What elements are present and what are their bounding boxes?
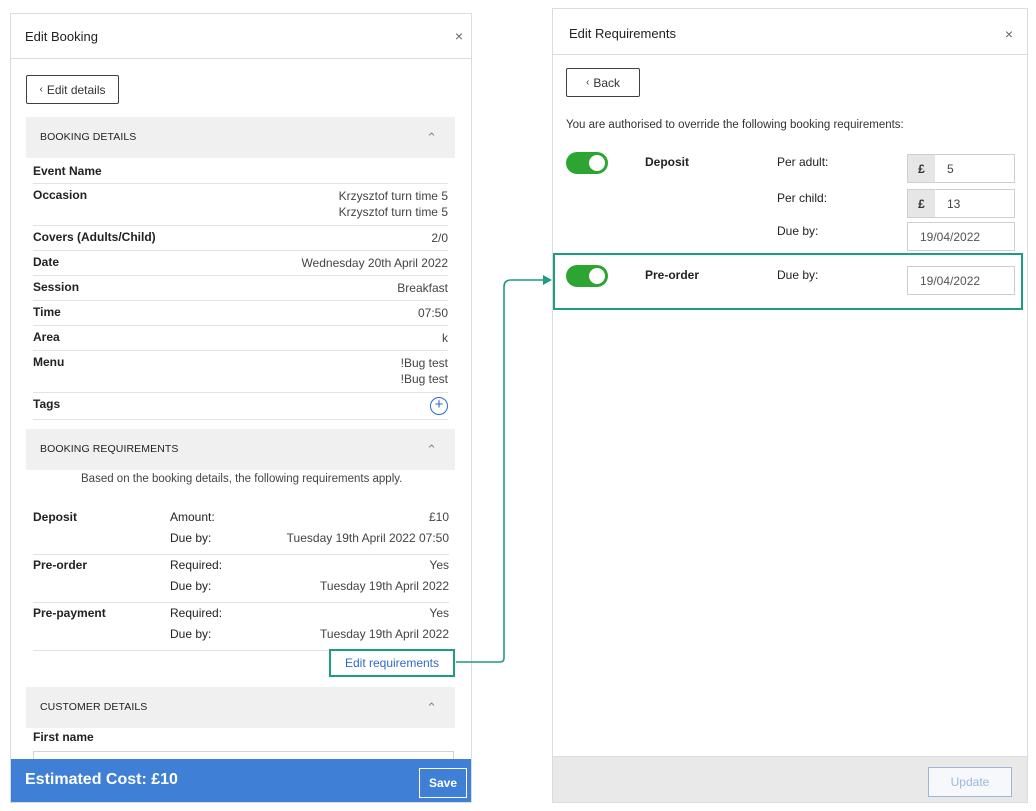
detail-label: Menu	[33, 355, 65, 369]
detail-row-tags: Tags +	[33, 393, 448, 420]
detail-row-covers: Covers (Adults/Child) 2/0	[33, 226, 448, 251]
detail-label: Tags	[33, 397, 61, 411]
edit-requirements-header: Edit Requirements ×	[553, 9, 1027, 55]
detail-value: Breakfast	[397, 281, 448, 295]
per-adult-input[interactable]: £ 5	[907, 154, 1015, 183]
menu-value-line2: !Bug test	[400, 372, 448, 386]
detail-row-occasion: Occasion Krzysztof turn time 5 Krzysztof…	[33, 184, 448, 226]
first-name-label: First name	[33, 730, 94, 744]
deposit-label: Deposit	[645, 155, 690, 169]
requirements-intro: Based on the booking details, the follow…	[81, 473, 403, 485]
detail-value: 07:50	[417, 306, 448, 320]
detail-row-area: Area k	[33, 326, 448, 351]
requirement-name: Pre-payment	[33, 606, 106, 620]
detail-row-session: Session Breakfast	[33, 276, 448, 301]
detail-value: !Bug test !Bug test	[401, 355, 448, 387]
booking-requirements-section-header[interactable]: BOOKING REQUIREMENTS ⌃	[26, 429, 455, 470]
occasion-value-line2: Krzysztof turn time 5	[338, 205, 448, 219]
deposit-toggle[interactable]	[566, 152, 608, 174]
booking-details-section-header[interactable]: BOOKING DETAILS ⌃	[26, 117, 455, 158]
add-tag-icon[interactable]: +	[430, 397, 448, 415]
requirements-list: Deposit Amount: £10 Due by: Tuesday 19th…	[33, 507, 449, 651]
preorder-due-by-input[interactable]: 19/04/2022	[907, 266, 1015, 295]
per-adult-value: 5	[947, 161, 954, 176]
requirement-label: Due by:	[170, 531, 212, 545]
requirement-value: Tuesday 19th April 2022	[320, 579, 449, 593]
requirement-label: Amount:	[170, 510, 215, 524]
menu-value-line1: !Bug test	[400, 356, 448, 370]
edit-booking-panel: Edit Booking × ‹ Edit details BOOKING DE…	[10, 13, 472, 803]
detail-value: 2/0	[431, 231, 448, 245]
chevron-left-icon: ‹	[585, 77, 590, 88]
currency-symbol: £	[908, 190, 935, 217]
edit-details-button[interactable]: ‹ Edit details	[26, 75, 119, 104]
override-text: You are authorised to override the follo…	[566, 119, 904, 131]
update-button[interactable]: Update	[928, 767, 1012, 797]
requirement-name: Pre-order	[33, 558, 88, 572]
chevron-up-icon[interactable]: ⌃	[426, 700, 437, 716]
requirement-label: Due by:	[170, 579, 212, 593]
detail-row-date: Date Wednesday 20th April 2022	[33, 251, 448, 276]
requirement-name: Deposit	[33, 510, 78, 524]
edit-requirements-panel: Edit Requirements × ‹ Back You are autho…	[552, 8, 1028, 803]
requirement-value: Tuesday 19th April 2022	[320, 627, 449, 641]
preorder-due-by-label: Due by:	[777, 268, 819, 282]
per-child-input[interactable]: £ 13	[907, 189, 1015, 218]
requirement-row-deposit: Deposit Amount: £10 Due by: Tuesday 19th…	[33, 507, 449, 555]
customer-details-section-header[interactable]: CUSTOMER DETAILS ⌃	[26, 687, 455, 728]
requirement-label: Due by:	[170, 627, 212, 641]
edit-booking-title: Edit Booking	[25, 29, 98, 44]
detail-label: Date	[33, 255, 60, 269]
detail-value: Wednesday 20th April 2022	[301, 256, 448, 270]
currency-symbol: £	[908, 155, 935, 182]
requirement-row-prepayment: Pre-payment Required: Yes Due by: Tuesda…	[33, 603, 449, 651]
requirement-value: Yes	[429, 558, 449, 572]
per-child-value: 13	[947, 196, 961, 211]
occasion-value-line1: Krzysztof turn time 5	[338, 189, 448, 203]
requirement-value: Yes	[429, 606, 449, 620]
detail-label: Covers (Adults/Child)	[33, 230, 156, 244]
detail-value: k	[442, 331, 448, 345]
edit-details-label: Edit details	[46, 82, 106, 97]
detail-label: Session	[33, 280, 80, 294]
close-icon[interactable]: ×	[455, 28, 463, 44]
per-child-label: Per child:	[777, 191, 828, 205]
edit-requirements-link[interactable]: Edit requirements	[329, 649, 455, 677]
requirement-value: Tuesday 19th April 2022 07:50	[286, 531, 449, 545]
requirement-label: Required:	[170, 558, 223, 572]
edit-booking-header: Edit Booking ×	[11, 14, 471, 59]
detail-row-time: Time 07:50	[33, 301, 448, 326]
close-icon[interactable]: ×	[1005, 26, 1013, 42]
detail-label: Area	[33, 330, 60, 344]
back-label: Back	[593, 75, 621, 90]
chevron-left-icon: ‹	[39, 84, 43, 95]
booking-requirements-heading: BOOKING REQUIREMENTS	[40, 443, 179, 455]
booking-details-heading: BOOKING DETAILS	[40, 131, 137, 143]
detail-value: Krzysztof turn time 5 Krzysztof turn tim…	[339, 188, 448, 220]
detail-label: Occasion	[33, 188, 88, 202]
chevron-up-icon[interactable]: ⌃	[426, 442, 437, 458]
requirement-label: Required:	[170, 606, 223, 620]
chevron-up-icon[interactable]: ⌃	[426, 130, 437, 146]
requirements-footer: Update	[553, 756, 1027, 802]
requirement-row-preorder: Pre-order Required: Yes Due by: Tuesday …	[33, 555, 449, 603]
per-adult-label: Per adult:	[777, 155, 829, 169]
requirement-value: £10	[428, 510, 449, 524]
estimated-cost: Estimated Cost: £10	[25, 771, 178, 788]
deposit-due-by-label: Due by:	[777, 224, 819, 238]
detail-row-event-name: Event Name	[33, 160, 448, 184]
booking-details-list: Event Name Occasion Krzysztof turn time …	[33, 160, 448, 420]
edit-requirements-title: Edit Requirements	[569, 26, 676, 41]
booking-footer: Estimated Cost: £10 Save	[11, 759, 471, 802]
save-button[interactable]: Save	[419, 768, 467, 798]
detail-label: Event Name	[33, 164, 102, 178]
detail-label: Time	[33, 305, 61, 319]
connector-arrowhead	[543, 275, 552, 285]
preorder-label: Pre-order	[645, 268, 700, 282]
back-button[interactable]: ‹ Back	[566, 68, 640, 97]
deposit-due-by-input[interactable]: 19/04/2022	[907, 222, 1015, 251]
customer-details-heading: CUSTOMER DETAILS	[40, 701, 148, 713]
preorder-toggle[interactable]	[566, 265, 608, 287]
detail-row-menu: Menu !Bug test !Bug test	[33, 351, 448, 393]
